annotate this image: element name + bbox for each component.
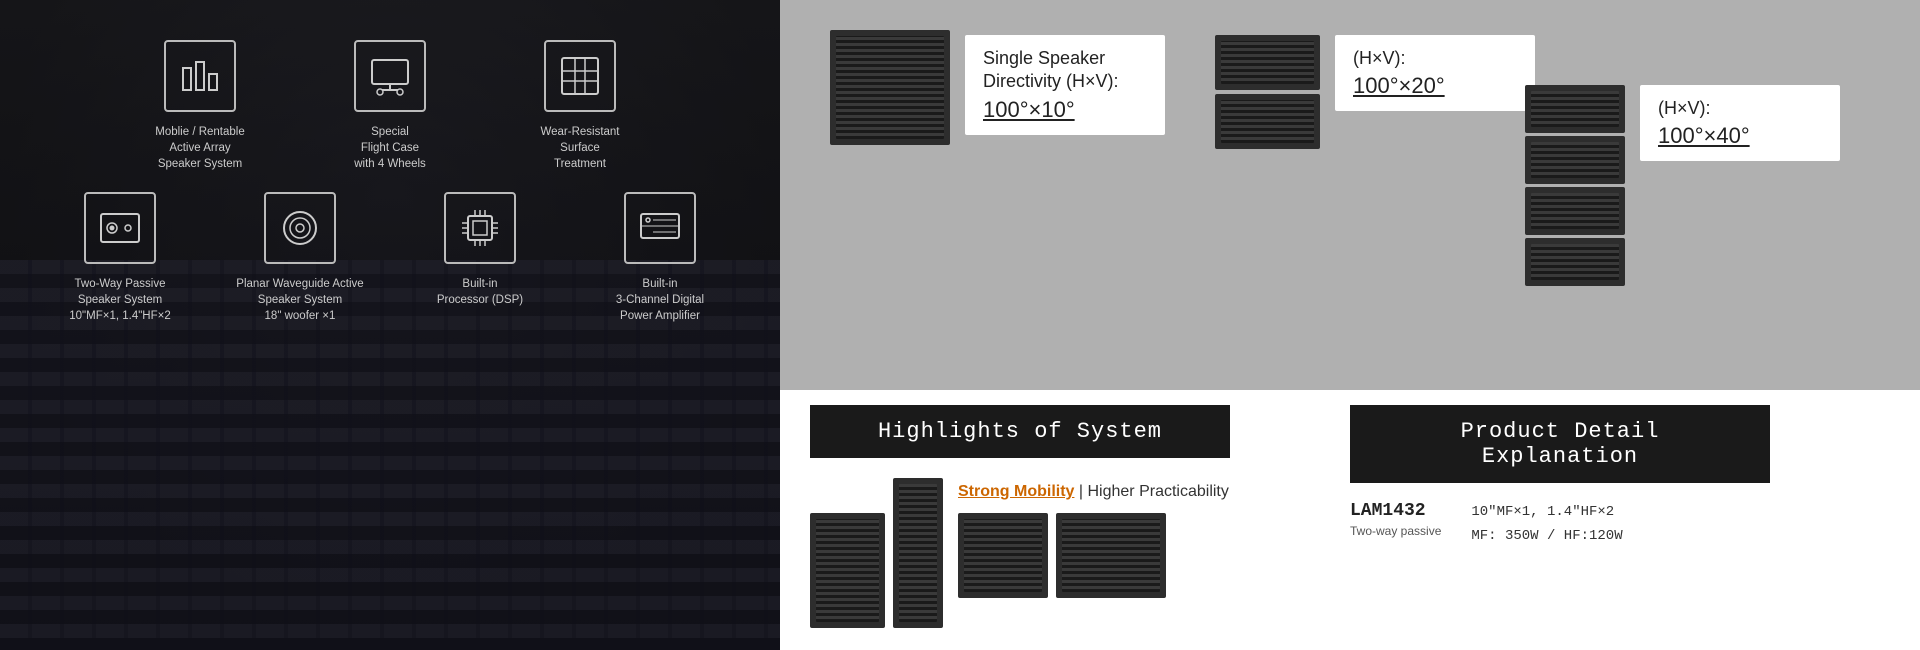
planar-waveguide-label: Planar Waveguide Active Speaker System 1… (236, 276, 363, 324)
main-container: Moblie / Rentable Active Array Speaker S… (0, 0, 1920, 650)
left-content: Moblie / Rentable Active Array Speaker S… (0, 0, 780, 650)
stack-speaker-images (1525, 85, 1625, 286)
flight-case-label: Special Flight Case with 4 Wheels (354, 124, 426, 172)
processor-label: Built-in Processor (DSP) (437, 276, 523, 308)
model-type: Two-way passive (1350, 524, 1441, 538)
highlights-images (810, 478, 943, 628)
stack-speaker-angle: 100°×40° (1658, 123, 1822, 149)
circle-ring-icon (264, 192, 336, 264)
highlights-images-row2 (958, 513, 1229, 598)
bottom-area: Highlights of System Strong Mobility | H… (780, 390, 1920, 650)
amplifier-label: Built-in 3-Channel Digital Power Amplifi… (616, 276, 704, 324)
stack-speaker-group: (H×V): 100°×40° (1525, 80, 1840, 286)
single-speaker-angle: 100°×10° (983, 97, 1147, 123)
icon-processor: Built-in Processor (DSP) (410, 192, 550, 324)
highlight-speaker-3 (958, 513, 1048, 598)
icons-row-2: Two-Way Passive Speaker System 10"MF×1, … (20, 192, 760, 324)
highlight-speaker-1 (810, 513, 885, 628)
highlights-section: Highlights of System Strong Mobility | H… (780, 390, 1330, 650)
icon-amplifier: Built-in 3-Channel Digital Power Amplifi… (590, 192, 730, 324)
spec-values: 10"MF×1, 1.4"HF×2 MF: 350W / HF:120W (1471, 501, 1622, 549)
single-speaker-group: Single Speaker Directivity (H×V): 100°×1… (830, 30, 1165, 145)
monitor-icon (354, 40, 426, 112)
spec-line2: MF: 350W / HF:120W (1471, 525, 1622, 549)
wear-resistant-label: Wear-Resistant Surface Treatment (540, 124, 619, 172)
spec-model: LAM1432 Two-way passive (1350, 501, 1441, 549)
pair-speaker-bottom-image (1215, 94, 1320, 149)
right-panel: Single Speaker Directivity (H×V): 100°×1… (780, 0, 1920, 650)
mobile-array-label: Moblie / Rentable Active Array Speaker S… (155, 124, 245, 172)
spec-line1: 10"MF×1, 1.4"HF×2 (1471, 501, 1622, 525)
left-panel: Moblie / Rentable Active Array Speaker S… (0, 0, 780, 650)
pair-speaker-images (1215, 35, 1320, 149)
gray-area: Single Speaker Directivity (H×V): 100°×1… (780, 0, 1920, 390)
bar-chart-icon (164, 40, 236, 112)
single-speaker-image (830, 30, 950, 145)
monitor-line-icon (624, 192, 696, 264)
grid-icon (544, 40, 616, 112)
highlights-content: Strong Mobility | Higher Practicability (810, 478, 1310, 628)
pair-speaker-group: (H×V): 100°×20° (1215, 30, 1535, 149)
icon-planar-waveguide: Planar Waveguide Active Speaker System 1… (230, 192, 370, 324)
two-way-label: Two-Way Passive Speaker System 10"MF×1, … (69, 276, 171, 324)
highlight-speaker-2 (893, 478, 943, 628)
stack-speaker-label: (H×V): (1658, 97, 1822, 120)
pair-speaker-angle: 100°×20° (1353, 73, 1517, 99)
model-name: LAM1432 (1350, 501, 1441, 521)
stack-speaker-3 (1525, 187, 1625, 235)
pair-speaker-label: (H×V): (1353, 47, 1517, 70)
accent-text: Strong Mobility (958, 483, 1074, 500)
speaker-dots-icon (84, 192, 156, 264)
highlights-banner: Highlights of System (810, 405, 1230, 458)
highlights-text: Strong Mobility | Higher Practicability (958, 478, 1229, 598)
stack-speaker-1 (1525, 85, 1625, 133)
rest-text: | Higher Practicability (1074, 483, 1228, 500)
cpu-icon (444, 192, 516, 264)
icon-flight-case: Special Flight Case with 4 Wheels (325, 40, 455, 172)
single-speaker-info: Single Speaker Directivity (H×V): 100°×1… (965, 35, 1165, 135)
highlight-speaker-4 (1056, 513, 1166, 598)
icon-two-way: Two-Way Passive Speaker System 10"MF×1, … (50, 192, 190, 324)
spec-row: LAM1432 Two-way passive 10"MF×1, 1.4"HF×… (1350, 501, 1900, 549)
icon-mobile-array: Moblie / Rentable Active Array Speaker S… (135, 40, 265, 172)
highlights-subheading: Strong Mobility | Higher Practicability (958, 483, 1229, 501)
product-detail-section: Product Detail Explanation LAM1432 Two-w… (1330, 390, 1920, 650)
pair-speaker-top-image (1215, 35, 1320, 90)
stack-speaker-4 (1525, 238, 1625, 286)
stack-speaker-info: (H×V): 100°×40° (1640, 85, 1840, 161)
icons-row-1: Moblie / Rentable Active Array Speaker S… (20, 40, 760, 172)
icon-wear-resistant: Wear-Resistant Surface Treatment (515, 40, 645, 172)
stack-speaker-2 (1525, 136, 1625, 184)
single-speaker-title: Single Speaker Directivity (H×V): (983, 47, 1147, 94)
pair-speaker-info: (H×V): 100°×20° (1335, 35, 1535, 111)
product-detail-banner: Product Detail Explanation (1350, 405, 1770, 483)
